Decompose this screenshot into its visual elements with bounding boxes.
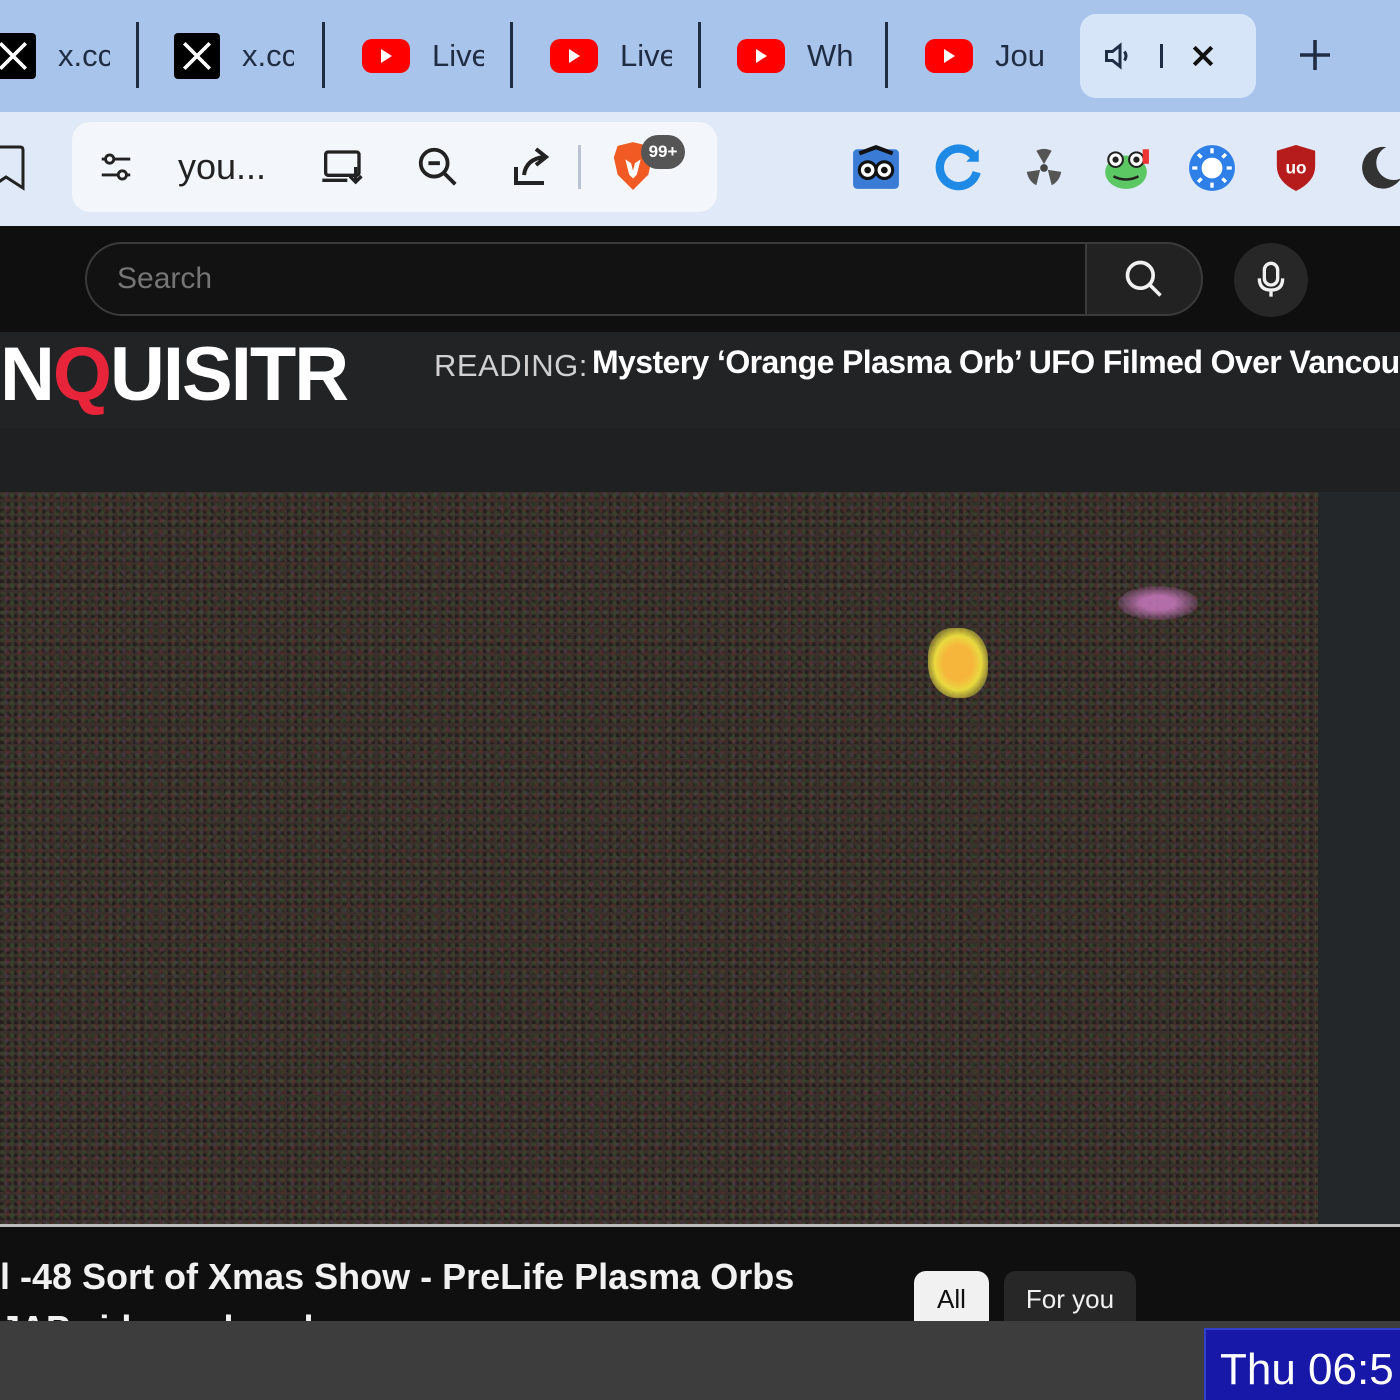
logo-prefix: N — [0, 332, 55, 417]
search-icon — [1125, 260, 1162, 297]
reading-headline[interactable]: Mystery ‘Orange Plasma Orb’ UFO Filmed O… — [592, 344, 1400, 381]
search-box[interactable] — [85, 242, 1085, 316]
tab-3[interactable]: Live — [362, 14, 486, 98]
tab-5[interactable]: Wh — [737, 14, 861, 98]
tab-label: x.cc — [58, 38, 110, 73]
side-panel — [1318, 492, 1400, 1224]
voice-search-button[interactable] — [1234, 243, 1308, 317]
svg-text:uo: uo — [1285, 158, 1306, 178]
tab-label: Live — [620, 38, 672, 73]
bookmark-icon[interactable] — [0, 145, 26, 196]
taskbar — [0, 1321, 1400, 1400]
chip-for-you[interactable]: For you — [1004, 1271, 1136, 1321]
speaker-icon[interactable] — [1102, 38, 1138, 74]
reading-label: READING: — [434, 348, 588, 383]
tab-active[interactable] — [1080, 14, 1256, 98]
install-app-icon[interactable] — [318, 122, 370, 212]
x-logo-icon — [174, 33, 220, 79]
taskbar-clock[interactable]: Thu 06:5 — [1204, 1328, 1400, 1400]
youtube-icon — [550, 39, 598, 73]
x-logo-icon — [0, 33, 36, 79]
video-title-line2: JAP vids analyzed — [0, 1308, 314, 1321]
video-light-spot — [1118, 586, 1198, 620]
robot-extension-icon[interactable] — [850, 142, 902, 194]
address-bar-divider — [578, 145, 581, 189]
youtube-icon — [925, 39, 973, 73]
share-icon[interactable] — [506, 122, 558, 212]
plus-icon — [1300, 40, 1330, 70]
tab-2[interactable]: x.cc — [174, 14, 298, 98]
tab-label: x.cc — [242, 38, 294, 73]
tab-separator — [322, 22, 325, 88]
tab-1[interactable]: x.cc — [0, 14, 110, 98]
moon-extension-icon[interactable] — [1354, 142, 1400, 194]
youtube-icon — [362, 39, 410, 73]
tab-label: Live — [432, 38, 484, 73]
chip-all[interactable]: All — [914, 1271, 989, 1321]
url-text[interactable]: you... — [178, 122, 266, 212]
logo-suffix: UISITR — [110, 332, 349, 417]
inquisitr-logo: NQUISITR — [0, 332, 349, 417]
tab-separator — [136, 22, 139, 88]
youtube-icon — [737, 39, 785, 73]
microphone-icon — [1257, 261, 1285, 297]
gear-extension-icon[interactable] — [1186, 142, 1238, 194]
refresh-extension-icon[interactable] — [934, 142, 986, 194]
site-settings-icon[interactable] — [96, 122, 136, 212]
radiation-extension-icon[interactable] — [1018, 142, 1070, 194]
tab-label: Wh — [807, 38, 854, 73]
ublock-extension-icon[interactable]: uo — [1270, 142, 1322, 194]
close-tab-icon[interactable] — [1188, 41, 1218, 71]
zoom-out-icon[interactable] — [414, 122, 462, 212]
new-tab-button[interactable] — [1290, 30, 1340, 80]
tab-separator — [885, 22, 888, 88]
tab-separator — [698, 22, 701, 88]
screen: x.cc x.cc Live Live Wh Jou you... 99+ uo… — [0, 0, 1400, 1400]
shields-count-badge: 99+ — [641, 135, 685, 169]
search-input[interactable] — [117, 244, 1017, 314]
logo-q: Q — [52, 332, 112, 417]
tab-label: Jou — [995, 38, 1045, 73]
search-button[interactable] — [1085, 242, 1203, 316]
frog-extension-icon[interactable] — [1100, 142, 1152, 194]
tab-separator — [510, 22, 513, 88]
video-title: l -48 Sort of Xmas Show - PreLife Plasma… — [0, 1256, 795, 1297]
tab-4[interactable]: Live — [550, 14, 674, 98]
orange-orb — [928, 628, 988, 698]
tab-label — [1160, 44, 1166, 68]
tab-6[interactable]: Jou — [925, 14, 1049, 98]
